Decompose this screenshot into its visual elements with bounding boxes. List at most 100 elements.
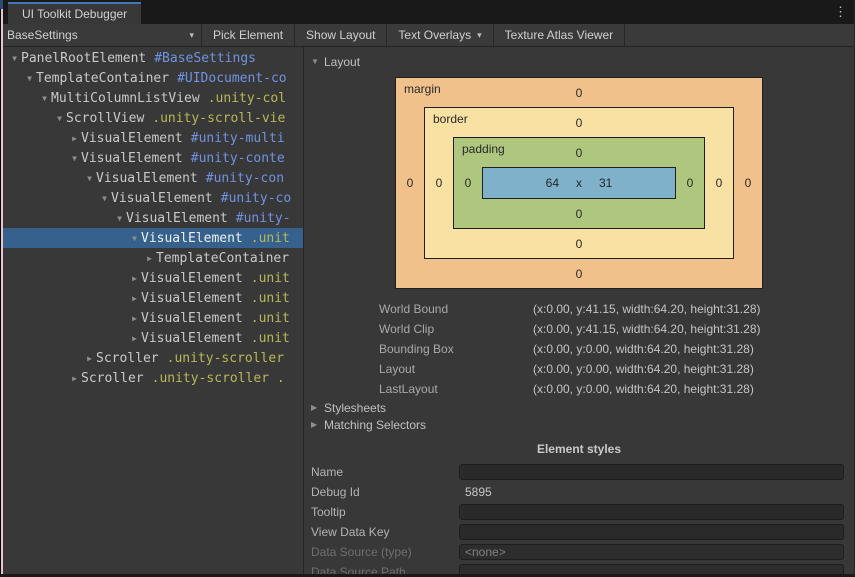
element-class-label: .unit bbox=[250, 270, 290, 286]
data-source-path-field-label: Data Source Path bbox=[311, 565, 406, 574]
data-source-path-field bbox=[459, 564, 844, 574]
texture-atlas-viewer-button[interactable]: Texture Atlas Viewer bbox=[494, 24, 626, 46]
tree-row[interactable]: ▼ VisualElement #unity- bbox=[0, 208, 303, 228]
content-area: ▼ PanelRootElement #BaseSettings ▼ TemplateC… bbox=[0, 47, 854, 574]
tree-row[interactable]: ▶ VisualElement .unit bbox=[0, 328, 303, 348]
tree-row[interactable]: ▼ VisualElement #unity-co bbox=[0, 188, 303, 208]
view-data-key-field-label: View Data Key bbox=[311, 525, 390, 539]
panel-picker-value: BaseSettings bbox=[7, 28, 78, 42]
bounds-label: World Clip bbox=[379, 322, 435, 336]
pick-element-button[interactable]: Pick Element bbox=[202, 24, 296, 46]
matching-selectors-foldout-label: Matching Selectors bbox=[324, 417, 427, 432]
tree-row[interactable]: ▶ VisualElement #unity-multi bbox=[0, 128, 303, 148]
element-type-label: Scroller bbox=[81, 370, 144, 386]
tree-row[interactable]: ▼ VisualElement .unit bbox=[0, 228, 303, 248]
tree-row[interactable]: ▶ Scroller .unity-scroller bbox=[0, 348, 303, 368]
bounds-value: (x:0.00, y:0.00, width:64.20, height:31.… bbox=[533, 362, 754, 376]
element-styles-fields: Name Debug Id 5895 Tooltip View Data Key Data… bbox=[304, 462, 854, 574]
tree-row[interactable]: ▶ Scroller .unity-scroller . bbox=[0, 368, 303, 388]
expand-open-icon[interactable]: ▼ bbox=[23, 74, 36, 83]
element-type-label: VisualElement bbox=[126, 210, 228, 226]
show-layout-button[interactable]: Show Layout bbox=[295, 24, 388, 46]
layout-foldout-label: Layout bbox=[324, 54, 361, 69]
padding-bottom-value: 0 bbox=[575, 206, 583, 221]
tree-row[interactable]: ▼ TemplateContainer #UIDocument-co bbox=[0, 68, 303, 88]
bounds-label: Bounding Box bbox=[379, 342, 454, 356]
element-class-label: .unity-scroller . bbox=[151, 370, 285, 386]
expand-closed-icon[interactable]: ▶ bbox=[83, 354, 96, 363]
expand-open-icon[interactable]: ▼ bbox=[113, 214, 126, 223]
view-data-key-field[interactable] bbox=[459, 524, 844, 540]
content-width-value: 64 bbox=[545, 176, 559, 190]
tooltip-field[interactable] bbox=[459, 504, 844, 520]
tooltip-field-row: Tooltip bbox=[304, 502, 854, 522]
screen-edge-corner bbox=[0, 0, 3, 9]
tab-ui-toolkit-debugger[interactable]: UI Toolkit Debugger bbox=[8, 2, 142, 24]
element-class-label: .unity-scroll-vie bbox=[152, 110, 286, 126]
bounds-value: (x:0.00, y:41.15, width:64.20, height:31… bbox=[533, 302, 761, 316]
bounds-label: World Bound bbox=[379, 302, 449, 316]
debug-id-value: 5895 bbox=[465, 485, 492, 499]
element-class-label: .unit bbox=[250, 290, 290, 306]
element-id-label: #BaseSettings bbox=[154, 50, 256, 66]
details-panel: ▼ Layout margin 0 0 border 0 0 padding 0… bbox=[304, 47, 854, 574]
ui-toolkit-debugger-window: UI Toolkit Debugger ⋮ BaseSettings ▾ Pic… bbox=[0, 0, 855, 577]
name-field[interactable] bbox=[459, 464, 844, 480]
element-styles-header: Element styles bbox=[536, 442, 622, 456]
element-type-label: ScrollView bbox=[66, 110, 145, 126]
tree-row[interactable]: ▼ VisualElement #unity-con bbox=[0, 168, 303, 188]
border-bottom-value: 0 bbox=[575, 236, 583, 251]
bounds-value: (x:0.00, y:0.00, width:64.20, height:31.… bbox=[533, 382, 754, 396]
expand-open-icon[interactable]: ▼ bbox=[83, 174, 96, 183]
matching-selectors-foldout[interactable]: ▶ Matching Selectors bbox=[304, 416, 854, 433]
text-overlays-button[interactable]: Text Overlays ▾ bbox=[387, 24, 494, 46]
layout-foldout[interactable]: ▼ Layout bbox=[304, 53, 854, 70]
expand-closed-icon[interactable]: ▶ bbox=[68, 374, 81, 383]
tree-row[interactable]: ▼ MultiColumnListView .unity-col bbox=[0, 88, 303, 108]
stylesheets-foldout[interactable]: ▶ Stylesheets bbox=[304, 399, 854, 416]
expand-closed-icon[interactable]: ▶ bbox=[128, 314, 141, 323]
expand-open-icon[interactable]: ▼ bbox=[68, 154, 81, 163]
element-class-label: .unit bbox=[250, 330, 290, 346]
element-type-label: MultiColumnListView bbox=[51, 90, 200, 106]
tree-row[interactable]: ▶ TemplateContainer bbox=[0, 248, 303, 268]
expand-closed-icon[interactable]: ▶ bbox=[143, 254, 156, 263]
bounds-row: Layout (x:0.00, y:0.00, width:64.20, heig… bbox=[304, 359, 854, 379]
expand-open-icon[interactable]: ▼ bbox=[38, 94, 51, 103]
tree-row[interactable]: ▶ VisualElement .unit bbox=[0, 268, 303, 288]
padding-box: padding 0 0 64 x 31 0 0 bbox=[453, 137, 705, 229]
tooltip-field-label: Tooltip bbox=[311, 505, 346, 519]
expand-closed-icon[interactable]: ▶ bbox=[128, 334, 141, 343]
tree-row[interactable]: ▶ VisualElement .unit bbox=[0, 288, 303, 308]
expand-open-icon[interactable]: ▼ bbox=[98, 194, 111, 203]
kebab-menu-icon[interactable]: ⋮ bbox=[834, 3, 847, 21]
box-model-diagram: margin 0 0 border 0 0 padding 0 0 64 x 3… bbox=[395, 77, 763, 289]
tree-row[interactable]: ▼ VisualElement #unity-conte bbox=[0, 148, 303, 168]
debug-id-value-label: Debug Id bbox=[311, 485, 360, 499]
chevron-down-icon: ▾ bbox=[189, 29, 194, 40]
tree-row[interactable]: ▼ PanelRootElement #BaseSettings bbox=[0, 48, 303, 68]
expand-open-icon[interactable]: ▼ bbox=[128, 234, 141, 243]
element-class-label: .unit bbox=[250, 230, 290, 246]
expand-open-icon[interactable]: ▼ bbox=[53, 114, 66, 123]
border-box: border 0 0 padding 0 0 64 x 31 0 0 0 0 bbox=[424, 107, 734, 259]
expand-open-icon[interactable]: ▼ bbox=[8, 54, 21, 63]
element-class-label: .unity-col bbox=[207, 90, 286, 106]
margin-right-value: 0 bbox=[744, 176, 752, 190]
text-overlays-button-label: Text Overlays bbox=[398, 28, 472, 42]
debug-id-value-row: Debug Id 5895 bbox=[304, 482, 854, 502]
tree-row[interactable]: ▼ ScrollView .unity-scroll-vie bbox=[0, 108, 303, 128]
panel-picker-dropdown[interactable]: BaseSettings ▾ bbox=[0, 24, 202, 46]
margin-left-value: 0 bbox=[406, 176, 414, 190]
element-type-label: VisualElement bbox=[81, 130, 183, 146]
tree-row[interactable]: ▶ VisualElement .unit bbox=[0, 308, 303, 328]
expand-closed-icon[interactable]: ▶ bbox=[128, 294, 141, 303]
element-class-label: .unit bbox=[250, 310, 290, 326]
expand-closed-icon[interactable]: ▶ bbox=[68, 134, 81, 143]
expand-closed-icon[interactable]: ▶ bbox=[128, 274, 141, 283]
data-source-type-field-label: Data Source (type) bbox=[311, 545, 412, 559]
element-id-label: #unity- bbox=[235, 210, 291, 226]
element-type-label: VisualElement bbox=[141, 230, 243, 246]
detail-foldouts: ▶ Stylesheets ▶ Matching Selectors bbox=[304, 399, 854, 433]
element-type-label: VisualElement bbox=[111, 190, 213, 206]
